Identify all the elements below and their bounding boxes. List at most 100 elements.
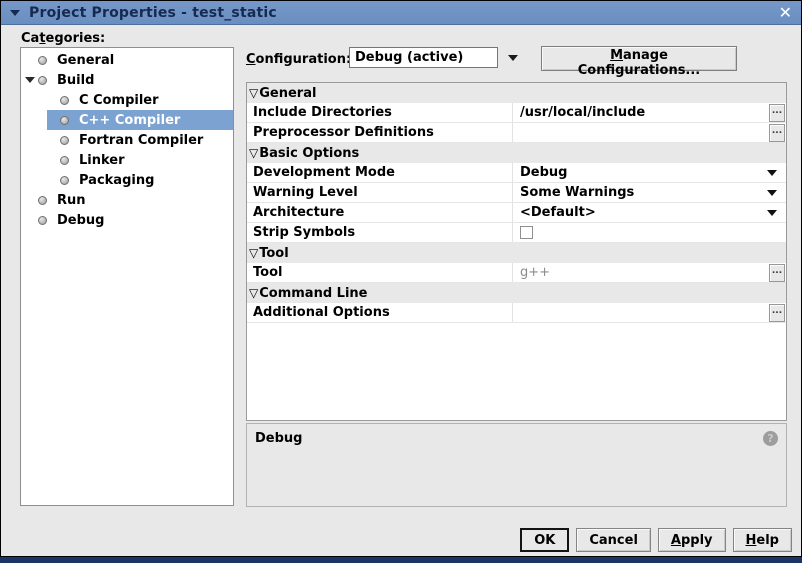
expand-toggle-icon[interactable] [25, 77, 35, 83]
browse-button[interactable]: ... [769, 264, 785, 282]
property-row-warning-level: Warning Level Some Warnings [247, 183, 786, 203]
category-item-label: Debug [57, 213, 104, 228]
property-row-development-mode: Development Mode Debug [247, 163, 786, 183]
tree-item-band: General [25, 50, 233, 70]
node-bullet-icon [60, 136, 69, 145]
apply-button[interactable]: Apply [658, 528, 726, 552]
dropdown-arrow-icon[interactable] [767, 190, 777, 196]
property-label: Development Mode [247, 163, 513, 182]
section-header-tool[interactable]: ▽Tool [247, 243, 786, 263]
tree-item-band: Fortran Compiler [47, 130, 233, 150]
property-value-cell[interactable]: Debug [513, 163, 786, 182]
cancel-button[interactable]: Cancel [576, 528, 651, 552]
property-label: Additional Options [247, 303, 513, 322]
section-label: Command Line [259, 286, 367, 301]
close-icon[interactable]: ✕ [779, 5, 792, 21]
browse-button[interactable]: ... [769, 104, 785, 122]
configuration-label: Configuration: [246, 52, 351, 67]
manage-configurations-button[interactable]: Manage Configurations... [541, 46, 737, 71]
section-label: Tool [259, 246, 288, 261]
window-title: Project Properties - test_static [29, 5, 277, 21]
category-item-label: Linker [79, 153, 125, 168]
property-value-text: /usr/local/include [520, 105, 769, 120]
description-panel: Debug ? [246, 423, 787, 507]
categories-label: Categories: [21, 31, 105, 46]
section-label: Basic Options [259, 146, 359, 161]
node-bullet-icon [60, 176, 69, 185]
help-button[interactable]: Help [733, 528, 792, 552]
property-row-include-directories: Include Directories/usr/local/include... [247, 103, 786, 123]
category-item-label: Fortran Compiler [79, 133, 203, 148]
browse-button[interactable]: ... [769, 124, 785, 142]
ok-button[interactable]: OK [520, 528, 569, 552]
property-value-cell[interactable] [513, 223, 786, 242]
category-item-c-compiler[interactable]: C Compiler [21, 90, 233, 110]
category-item-label: General [57, 53, 114, 68]
category-item-linker[interactable]: Linker [21, 150, 233, 170]
browse-button[interactable]: ... [769, 304, 785, 322]
node-bullet-icon [38, 196, 47, 205]
section-label: General [259, 86, 316, 101]
title-bar[interactable]: Project Properties - test_static ✕ [1, 1, 801, 25]
section-collapse-icon[interactable]: ▽ [249, 86, 258, 100]
category-item-label: Run [57, 193, 86, 208]
category-item-c-compiler[interactable]: C++ Compiler [21, 110, 233, 130]
strip-symbols-checkbox[interactable] [520, 226, 533, 239]
property-value-text: Debug [520, 165, 767, 180]
property-label: Include Directories [247, 103, 513, 122]
help-icon[interactable]: ? [763, 431, 778, 446]
node-bullet-icon [60, 156, 69, 165]
tree-item-band: C++ Compiler [47, 110, 233, 130]
category-item-label: C++ Compiler [79, 113, 180, 128]
tree-item-band: Debug [25, 210, 233, 230]
property-row-architecture: Architecture <Default> [247, 203, 786, 223]
category-item-general[interactable]: General [21, 50, 233, 70]
section-collapse-icon[interactable]: ▽ [249, 286, 258, 300]
dropdown-arrow-icon[interactable] [767, 170, 777, 176]
category-item-run[interactable]: Run [21, 190, 233, 210]
node-bullet-icon [38, 216, 47, 225]
property-row-preprocessor-definitions: Preprocessor Definitions... [247, 123, 786, 143]
property-value-cell[interactable]: g++... [513, 263, 786, 282]
node-bullet-icon [38, 76, 47, 85]
property-value-text: <Default> [520, 205, 767, 220]
tree-item-band: Run [25, 190, 233, 210]
project-properties-dialog: Project Properties - test_static ✕ Categ… [0, 0, 802, 557]
property-label: Strip Symbols [247, 223, 513, 242]
section-header-basic-options[interactable]: ▽Basic Options [247, 143, 786, 163]
property-value-cell[interactable]: ... [513, 123, 786, 142]
configuration-dropdown-arrow-icon[interactable] [508, 55, 518, 61]
tree-item-band: Packaging [47, 170, 233, 190]
property-label: Architecture [247, 203, 513, 222]
property-value-cell[interactable]: /usr/local/include... [513, 103, 786, 122]
screen: Project Properties - test_static ✕ Categ… [0, 0, 802, 563]
node-bullet-icon [60, 116, 69, 125]
property-value-text: g++ [520, 265, 769, 280]
property-label: Warning Level [247, 183, 513, 202]
category-item-debug[interactable]: Debug [21, 210, 233, 230]
section-header-command-line[interactable]: ▽Command Line [247, 283, 786, 303]
category-item-packaging[interactable]: Packaging [21, 170, 233, 190]
description-title: Debug [255, 431, 302, 446]
dropdown-arrow-icon[interactable] [767, 210, 777, 216]
window-menu-icon[interactable] [10, 10, 20, 16]
category-item-label: Packaging [79, 173, 154, 188]
property-value-cell[interactable]: <Default> [513, 203, 786, 222]
property-value-cell[interactable]: ... [513, 303, 786, 322]
category-item-fortran-compiler[interactable]: Fortran Compiler [21, 130, 233, 150]
category-item-build[interactable]: Build [21, 70, 233, 90]
property-row-strip-symbols: Strip Symbols [247, 223, 786, 243]
configuration-combobox[interactable]: Debug (active) [349, 47, 498, 68]
node-bullet-icon [60, 96, 69, 105]
tree-item-band: Linker [47, 150, 233, 170]
property-label: Preprocessor Definitions [247, 123, 513, 142]
section-collapse-icon[interactable]: ▽ [249, 146, 258, 160]
property-label: Tool [247, 263, 513, 282]
tree-item-band: Build [25, 70, 233, 90]
property-row-additional-options: Additional Options... [247, 303, 786, 323]
property-value-cell[interactable]: Some Warnings [513, 183, 786, 202]
property-value-text: Some Warnings [520, 185, 767, 200]
section-collapse-icon[interactable]: ▽ [249, 246, 258, 260]
category-item-label: C Compiler [79, 93, 159, 108]
section-header-general[interactable]: ▽General [247, 83, 786, 103]
